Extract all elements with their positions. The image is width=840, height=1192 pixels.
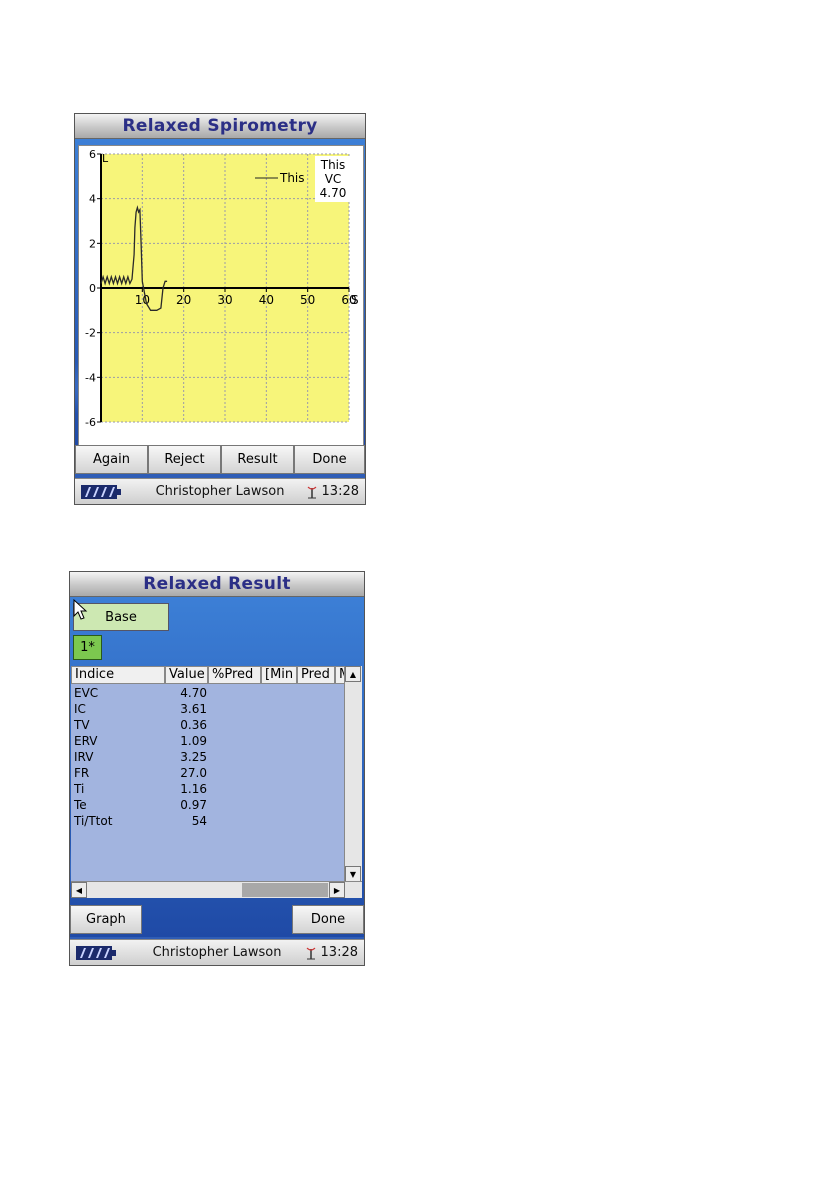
again-button[interactable]: Again (75, 445, 148, 474)
value-cell: 3.61 (180, 702, 207, 716)
status-bar: Christopher Lawson 13:28 (70, 939, 364, 965)
info-box-name: VC (325, 172, 342, 186)
x-tick-label: 30 (217, 293, 232, 307)
indice-cell: Te (74, 798, 87, 812)
scroll-down-arrow-icon[interactable]: ▼ (345, 866, 361, 882)
reject-button[interactable]: Reject (148, 445, 221, 474)
clock-time: 13:28 (321, 484, 359, 499)
chart-svg: 6420-2-4-6 10 20 30 40 50 60 L S This This VC… (85, 148, 359, 429)
y-tick-label: 0 (89, 282, 96, 295)
info-box-value: 4.70 (320, 186, 347, 200)
base-button-label: Base (105, 609, 137, 625)
vertical-scrollbar[interactable]: ▲ ▼ (344, 666, 362, 882)
scroll-up-arrow-icon[interactable]: ▲ (345, 666, 361, 682)
done-button[interactable]: Done (294, 445, 365, 474)
table-row[interactable]: FR 27.0 (71, 765, 346, 781)
table-row[interactable]: Ti/Ttot 54 (71, 813, 346, 829)
table-body: EVC 4.70 IC 3.61 TV 0.36 ERV 1.09 IRV 3.25 FR… (71, 685, 346, 829)
table-row[interactable]: TV 0.36 (71, 717, 346, 733)
y-tick-label: -4 (85, 371, 96, 384)
table-row[interactable]: IRV 3.25 (71, 749, 346, 765)
scroll-left-arrow-icon[interactable]: ◀ (71, 882, 87, 898)
spirometry-screen: Relaxed Spirometry 6 4 2 0 -2 -4 -6 10 20 30 40 50… (74, 113, 366, 505)
table-row[interactable]: ERV 1.09 (71, 733, 346, 749)
column-header-pct-pred[interactable]: %Pred (208, 666, 261, 684)
button-bar: Again Reject Result Done (75, 445, 365, 474)
legend-line-label: This (279, 171, 305, 185)
x-tick-label: 20 (176, 293, 191, 307)
antenna-icon[interactable] (305, 485, 319, 499)
x-tick-label: 50 (300, 293, 315, 307)
done-button[interactable]: Done (292, 905, 364, 934)
screen-title: Relaxed Result (70, 572, 364, 597)
y-tick-labels: 6 4 2 0 -2 -4 -6 (85, 148, 101, 429)
indice-cell: Ti (74, 782, 85, 796)
table-row[interactable]: EVC 4.70 (71, 685, 346, 701)
antenna-icon[interactable] (304, 946, 318, 960)
value-cell: 4.70 (180, 686, 207, 700)
indice-cell: IRV (74, 750, 94, 764)
value-cell: 54 (191, 814, 207, 828)
column-header-min[interactable]: [Min (261, 666, 297, 684)
mouse-pointer-icon (73, 599, 88, 620)
y-tick-label: -6 (85, 416, 96, 429)
table-row[interactable]: Te 0.97 (71, 797, 346, 813)
value-cell: 0.97 (180, 798, 207, 812)
horizontal-scroll-thumb[interactable] (242, 883, 328, 897)
value-cell: 1.09 (180, 734, 207, 748)
table-row[interactable]: Ti 1.16 (71, 781, 346, 797)
x-axis-label: S (351, 293, 359, 307)
y-axis-label: L (102, 152, 109, 165)
y-tick-label: 4 (89, 193, 96, 206)
screen-title: Relaxed Spirometry (75, 114, 365, 139)
column-header-value[interactable]: Value (165, 666, 208, 684)
clock-time: 13:28 (320, 945, 358, 960)
indice-cell: TV (74, 718, 90, 732)
horizontal-scrollbar[interactable]: ◀ ▶ (71, 881, 362, 898)
indice-cell: EVC (74, 686, 99, 700)
column-header-indice[interactable]: Indice (71, 666, 165, 684)
x-tick-label: 40 (259, 293, 274, 307)
results-table: Indice Value %Pred [Min Pred M EVC 4.70 I… (71, 666, 362, 898)
value-cell: 0.36 (180, 718, 207, 732)
y-tick-label: 6 (89, 148, 96, 161)
indice-cell: IC (74, 702, 86, 716)
value-cell: 27.0 (180, 766, 207, 780)
result-screen: Relaxed Result Base 1* Indice Value %Pre… (69, 571, 365, 966)
graph-button[interactable]: Graph (70, 905, 142, 934)
tab-trial-1[interactable]: 1* (73, 635, 102, 660)
status-bar: Christopher Lawson 13:28 (75, 478, 365, 504)
y-tick-label: 2 (89, 237, 96, 250)
clock: 13:28 (305, 484, 359, 499)
y-tick-label: -2 (85, 327, 96, 340)
column-header-pred[interactable]: Pred (297, 666, 335, 684)
scroll-right-arrow-icon[interactable]: ▶ (329, 882, 345, 898)
info-box-label: This (320, 158, 346, 172)
table-row[interactable]: IC 3.61 (71, 701, 346, 717)
spirometry-graph: 6 4 2 0 -2 -4 -6 10 20 30 40 50 60 L S This This VC… (78, 145, 364, 447)
indice-cell: Ti/Ttot (74, 814, 113, 828)
value-cell: 1.16 (180, 782, 207, 796)
table-header: Indice Value %Pred [Min Pred M (71, 666, 346, 684)
value-cell: 3.25 (180, 750, 207, 764)
indice-cell: ERV (74, 734, 98, 748)
indice-cell: FR (74, 766, 90, 780)
clock: 13:28 (304, 945, 358, 960)
result-button[interactable]: Result (221, 445, 294, 474)
